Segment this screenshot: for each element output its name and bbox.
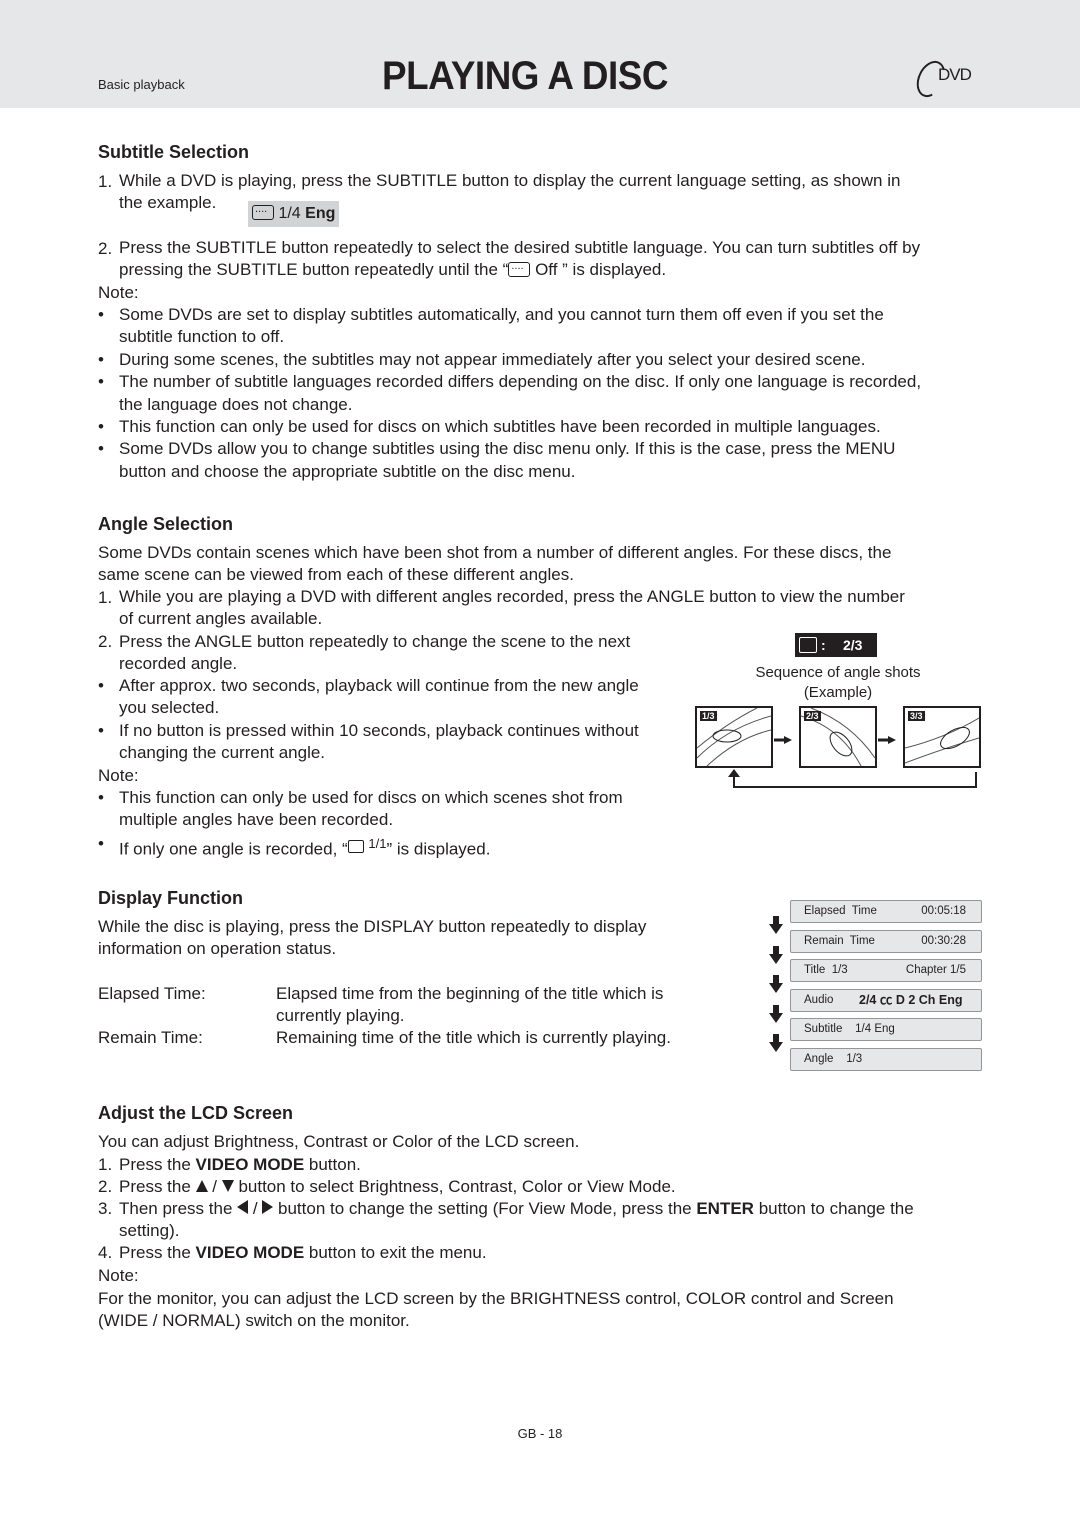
osd-row: Title 1/3 Chapter 1/5 [790,959,982,983]
osd-row: Angle 1/3 [790,1048,982,1071]
lcd-note: For the monitor, you can adjust the LCD … [98,1289,894,1331]
right-arrow-icon [262,1200,274,1214]
bullet: • [98,305,104,324]
arrow-down-icon [769,1034,783,1053]
section-label: Basic playback [98,77,185,92]
camera-icon [799,637,817,653]
subtitle-icon [508,255,531,278]
term-remain: Remain Time: [98,1028,203,1047]
subtitle-step-1: While a DVD is playing, press the SUBTIT… [119,171,901,213]
dvd-logo-icon: DVD [911,56,988,102]
subtitle-note-item: Some DVDs allow you to change subtitles … [119,439,896,481]
osd-row-value: 00:05:18 [921,905,966,917]
bullet: • [98,417,104,436]
page-title: PLAYING A DISC [382,54,668,98]
step-number: 3. [98,1199,113,1218]
step-number: 2. [98,1177,113,1196]
subtitle-note-item: During some scenes, the subtitles may no… [119,349,866,369]
lcd-step-3: Then press the / button to change the se… [119,1199,914,1241]
camera-icon [347,839,364,853]
step-number: 1. [98,172,113,191]
angle-shot-3: 3/3 [903,706,981,768]
note-label: Note: [98,1266,139,1285]
angle-caption-example: (Example) [803,684,873,701]
left-arrow-icon [237,1200,249,1214]
loop-arrow [733,772,977,788]
osd-row: Subtitle 1/4 Eng [790,1018,982,1042]
step-number: 2. [98,239,113,258]
step-number: 1. [98,588,113,607]
note-label: Note: [98,283,139,302]
note-label: Note: [98,766,139,785]
angle-bullet-1: After approx. two seconds, playback will… [119,676,639,718]
step-number: 1. [98,1155,113,1174]
up-arrow-icon [195,1180,208,1192]
bullet: • [98,834,104,853]
subtitle-note-item: The number of subtitle languages recorde… [119,372,922,414]
display-intro: While the disc is playing, press the DIS… [98,917,647,959]
arrow-right-icon [774,731,792,744]
lcd-heading: Adjust the LCD Screen [98,1103,294,1123]
bullet: • [98,788,104,807]
subtitle-step-2: Press the SUBTITLE button repeatedly to … [119,237,920,282]
bullet: • [98,439,104,459]
def-remain: Remaining time of the title which is cur… [276,1028,671,1047]
step-number: 4. [98,1243,113,1262]
angle-intro: Some DVDs contain scenes which have been… [98,543,892,585]
arrow-down-icon [769,945,783,964]
osd-row: Remain Time 00:30:28 [790,929,982,953]
arrow-up-icon [728,769,740,777]
def-elapsed: Elapsed time from the beginning of the t… [276,984,664,1026]
down-arrow-icon [221,1180,234,1192]
subtitle-note-item: Some DVDs are set to display subtitles a… [119,305,884,347]
arrow-right-icon [878,731,896,744]
angle-note-1: This function can only be used for discs… [119,788,623,830]
osd-row-value: 2/4 ㏄ D 2 Ch Eng [859,992,963,1007]
angle-step-2: Press the ANGLE button repeatedly to cha… [119,632,631,674]
page-number: GB - 18 [517,1426,563,1441]
angle-heading: Angle Selection [98,514,234,534]
bullet: • [98,349,104,369]
angle-caption: Sequence of angle shots [755,664,921,681]
osd-row-value: 00:30:28 [921,934,966,947]
angle-step-1: While you are playing a DVD with differe… [119,587,905,629]
page-header: Basic playback PLAYING A DISC DVD [0,0,1080,108]
osd-row-label: Title 1/3 [804,964,848,977]
lcd-step-2: Press the / button to select Brightness,… [119,1177,676,1196]
osd-row: Audio 2/4 ㏄ D 2 Ch Eng [790,988,982,1012]
angle-note-2: If only one angle is recorded, “ 1/1” is… [119,836,491,859]
step-number: 2. [98,632,113,651]
arrow-down-icon [769,916,783,934]
osd-row-value: Chapter 1/5 [905,964,966,977]
lcd-step-4: Press the VIDEO MODE button to exit the … [119,1243,487,1262]
osd-row-label: Elapsed Time [804,905,877,917]
osd-row-label: Audio [804,993,834,1006]
arrow-down-icon [769,1004,783,1023]
bullet: • [98,676,104,695]
subtitle-heading: Subtitle Selection [98,142,250,162]
bullet: • [98,372,104,392]
angle-shot-2: 2/3 [799,706,877,768]
osd-row-label: Subtitle 1/4 Eng [804,1023,895,1036]
osd-row: Elapsed Time 00:05:18 [790,900,982,923]
angle-bullet-2: If no button is pressed within 10 second… [119,721,639,763]
osd-row-label: Angle 1/3 [804,1053,863,1065]
display-heading: Display Function [98,888,244,908]
angle-osd-example: :2/3 [795,633,877,657]
osd-row-label: Remain Time [804,934,875,947]
subtitle-osd-example: 1/4 Eng [248,198,340,227]
lcd-intro: You can adjust Brightness, Contrast or C… [98,1132,580,1151]
bullet: • [98,721,104,740]
angle-shot-1: 1/3 [695,706,773,768]
arrow-down-icon [769,975,783,994]
term-elapsed: Elapsed Time: [98,984,206,1003]
subtitle-icon [252,198,274,220]
subtitle-note-item: This function can only be used for discs… [119,417,881,436]
lcd-step-1: Press the VIDEO MODE button. [119,1155,361,1174]
